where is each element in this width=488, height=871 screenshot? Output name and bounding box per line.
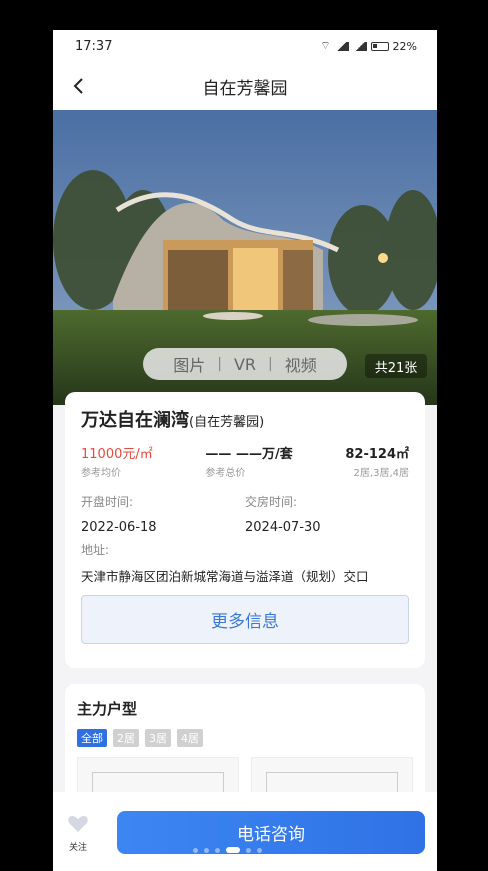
section-title: 主力户型 <box>77 700 138 718</box>
delivery-date-block: 交房时间: 2024-07-30 <box>245 493 409 535</box>
signal-icon <box>334 41 349 51</box>
avg-price-label: 参考均价 <box>81 468 121 479</box>
area-block: 82-124㎡ 2居,3居,4居 <box>345 446 409 479</box>
heart-icon <box>68 816 88 832</box>
address-label: 地址: <box>81 543 110 557</box>
page-dot-active <box>226 847 240 853</box>
photo-count-badge[interactable]: 共21张 <box>365 354 427 378</box>
nav-bar: 自在芳馨园 <box>53 62 437 110</box>
page-dot <box>215 847 220 853</box>
dates-row: 开盘时间: 2022-06-18 交房时间: 2024-07-30 <box>81 493 409 535</box>
battery-level: 22% <box>392 39 417 53</box>
project-info-card: 万达自在澜湾(自在芳馨园) 11000元/㎡ 参考均价 —— ——万/套 参考总… <box>65 392 425 668</box>
phone-consult-button[interactable]: 电话咨询 <box>117 811 425 854</box>
page-dot <box>193 847 198 853</box>
total-price: —— ——万/套 <box>205 447 293 462</box>
page-dot <box>246 847 251 853</box>
page-title: 自在芳馨园 <box>202 78 288 99</box>
open-date-block: 开盘时间: 2022-06-18 <box>81 493 245 535</box>
favorite-button[interactable]: 关注 <box>65 814 91 853</box>
open-date-label: 开盘时间: <box>81 495 134 509</box>
media-tabs: 图片 | VR | 视频 <box>143 348 347 380</box>
more-info-button[interactable]: 更多信息 <box>81 595 409 644</box>
area-range: 82-124㎡ <box>345 447 409 462</box>
layout-filter-tabs: 全部 2居 3居 4居 <box>77 729 413 747</box>
tab-video[interactable]: 视频 <box>285 352 317 376</box>
total-price-label: 参考总价 <box>205 468 246 479</box>
battery-icon <box>370 41 389 51</box>
status-bar: 17:37 ⌔ 22% <box>53 30 437 62</box>
filter-all[interactable]: 全部 <box>77 729 107 747</box>
avg-price: 11000元/㎡ <box>81 447 153 462</box>
filter-2-room[interactable]: 2居 <box>113 729 139 747</box>
delivery-date: 2024-07-30 <box>245 520 321 535</box>
page-indicator <box>193 847 262 853</box>
filter-3-room[interactable]: 3居 <box>145 729 171 747</box>
signal-icon-2 <box>352 41 367 51</box>
open-date: 2022-06-18 <box>81 520 157 535</box>
room-types: 2居,3居,4居 <box>353 468 409 479</box>
tab-separator: | <box>217 356 222 372</box>
app-screen: 17:37 ⌔ 22% 自在芳馨园 图片 | VR | 视频 共21张 万达自在… <box>53 30 437 871</box>
project-name: 万达自在澜湾 <box>81 410 189 431</box>
tab-separator: | <box>268 356 273 372</box>
bottom-action-bar: 关注 电话咨询 <box>53 792 437 871</box>
tab-photos[interactable]: 图片 <box>173 352 205 376</box>
avg-price-block: 11000元/㎡ 参考均价 <box>81 446 153 479</box>
address: 天津市静海区团泊新城常海道与溢泽道（规划）交口 <box>81 569 369 584</box>
project-alias: (自在芳馨园) <box>189 415 265 430</box>
total-price-block: —— ——万/套 参考总价 <box>205 446 292 479</box>
hero-gallery[interactable]: 图片 | VR | 视频 共21张 <box>53 110 437 405</box>
status-time: 17:37 <box>75 38 113 54</box>
project-title: 万达自在澜湾(自在芳馨园) <box>81 406 409 432</box>
page-dot <box>257 847 262 853</box>
price-row: 11000元/㎡ 参考均价 —— ——万/套 参考总价 82-124㎡ 2居,3… <box>81 446 409 479</box>
status-icons: ⌔ 22% <box>320 39 417 53</box>
delivery-date-label: 交房时间: <box>245 495 298 509</box>
page-dot <box>204 847 209 853</box>
wifi-icon: ⌔ <box>320 39 331 52</box>
back-arrow-icon[interactable] <box>69 76 89 96</box>
filter-4-room[interactable]: 4居 <box>177 729 203 747</box>
tab-vr[interactable]: VR <box>234 355 256 374</box>
favorite-label: 关注 <box>68 843 87 853</box>
